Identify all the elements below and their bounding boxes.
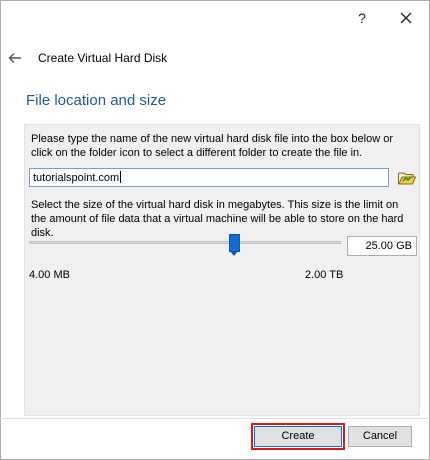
back-arrow-icon (8, 53, 21, 63)
back-button[interactable] (6, 49, 24, 67)
folder-open-icon (398, 172, 416, 185)
file-location-description: Please type the name of the new virtual … (31, 133, 393, 159)
dialog-title: Create Virtual Hard Disk (38, 51, 168, 65)
section-title: File location and size (26, 92, 167, 109)
footer-divider (0, 418, 430, 419)
close-button[interactable] (396, 8, 416, 28)
min-size-label: 4.00 MB (29, 269, 70, 281)
size-slider[interactable] (29, 233, 341, 256)
slider-thumb[interactable] (229, 234, 240, 256)
choose-folder-button[interactable] (397, 169, 417, 187)
cancel-button[interactable]: Cancel (348, 426, 412, 447)
create-button[interactable]: Create (251, 423, 345, 450)
close-icon (400, 12, 412, 24)
file-name-input[interactable]: tutorialspoint.com (29, 168, 389, 187)
text-caret (120, 171, 122, 183)
help-button[interactable]: ? (352, 8, 372, 28)
slider-track (29, 241, 341, 244)
max-size-label: 2.00 TB (305, 269, 344, 281)
content-panel: Please type the name of the new virtual … (24, 124, 420, 416)
file-name-value: tutorialspoint.com (33, 172, 120, 184)
size-input[interactable]: 25.00 GB (347, 236, 417, 256)
